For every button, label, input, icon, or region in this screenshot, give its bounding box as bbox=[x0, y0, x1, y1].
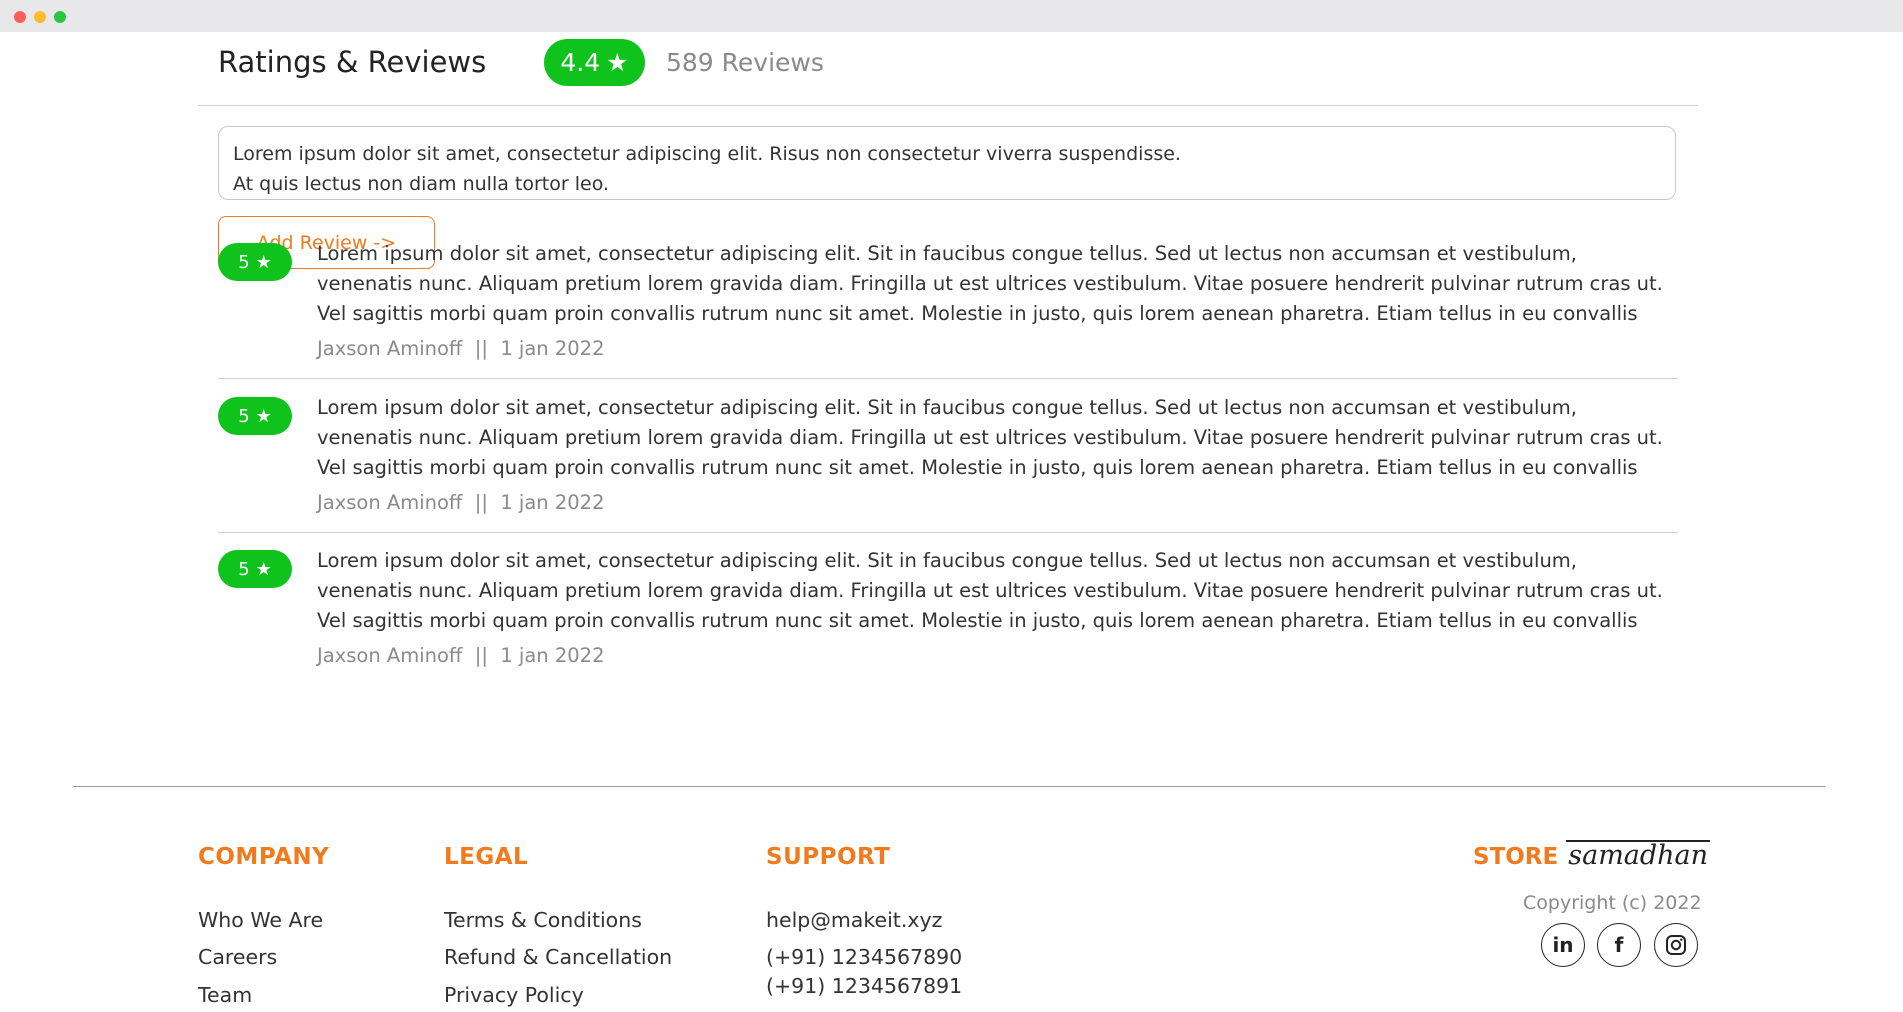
page-content: Ratings & Reviews 4.4 ★ 589 Reviews Lore… bbox=[0, 32, 1903, 1012]
review-rating-value: 5 bbox=[238, 558, 250, 580]
review-input-line: Lorem ipsum dolor sit amet, consectetur … bbox=[233, 143, 1181, 165]
copyright-text: Copyright (c) 2022 bbox=[1523, 892, 1702, 914]
star-icon: ★ bbox=[255, 405, 272, 427]
average-rating-badge: 4.4 ★ bbox=[544, 39, 645, 86]
review-divider bbox=[218, 532, 1678, 533]
review-count: 589 Reviews bbox=[666, 48, 824, 77]
review-text-line: venenatis nunc. Aliquam pretium lorem gr… bbox=[317, 426, 1663, 449]
instagram-glyph bbox=[1666, 935, 1686, 955]
footer-link-careers[interactable]: Careers bbox=[198, 945, 277, 969]
ratings-title: Ratings & Reviews bbox=[218, 45, 487, 79]
store-samadhan-logo[interactable]: STORE samadhan bbox=[1473, 840, 1711, 871]
review-text-line: venenatis nunc. Aliquam pretium lorem gr… bbox=[317, 272, 1663, 295]
star-icon: ★ bbox=[255, 251, 272, 273]
meta-separator: || bbox=[474, 337, 488, 360]
footer-legal-heading: LEGAL bbox=[444, 844, 529, 870]
support-email-link[interactable]: help@makeit.xyz bbox=[766, 908, 942, 932]
review-item: 5 ★ Lorem ipsum dolor sit amet, consecte… bbox=[218, 546, 1678, 698]
instagram-icon[interactable] bbox=[1654, 923, 1698, 967]
close-window-button[interactable] bbox=[14, 11, 26, 23]
review-text: Lorem ipsum dolor sit amet, consectetur … bbox=[317, 239, 1687, 329]
review-text: Lorem ipsum dolor sit amet, consectetur … bbox=[317, 546, 1687, 636]
review-author: Jaxson Aminoff bbox=[317, 337, 463, 360]
header-divider bbox=[198, 105, 1698, 106]
logo-samadhan-text: samadhan bbox=[1566, 840, 1711, 871]
review-rating-badge: 5 ★ bbox=[218, 550, 292, 588]
support-phone-link[interactable]: (+91) 1234567890 bbox=[766, 945, 962, 969]
footer-link-team[interactable]: Team bbox=[198, 983, 252, 1007]
review-meta: Jaxson Aminoff || 1 jan 2022 bbox=[317, 644, 604, 667]
review-date: 1 jan 2022 bbox=[500, 644, 605, 667]
review-rating-value: 5 bbox=[238, 405, 250, 427]
review-rating-value: 5 bbox=[238, 251, 250, 273]
average-rating-value: 4.4 bbox=[560, 48, 601, 77]
minimize-window-button[interactable] bbox=[34, 11, 46, 23]
review-rating-badge: 5 ★ bbox=[218, 243, 292, 281]
footer-support-heading: SUPPORT bbox=[766, 844, 891, 870]
meta-separator: || bbox=[474, 644, 488, 667]
review-divider bbox=[218, 378, 1678, 379]
footer-link-who-we-are[interactable]: Who We Are bbox=[198, 908, 323, 932]
footer-link-refund[interactable]: Refund & Cancellation bbox=[444, 945, 672, 969]
meta-separator: || bbox=[474, 491, 488, 514]
review-text-line: venenatis nunc. Aliquam pretium lorem gr… bbox=[317, 579, 1663, 602]
window-chrome bbox=[0, 0, 1903, 32]
review-author: Jaxson Aminoff bbox=[317, 644, 463, 667]
review-text-line: Lorem ipsum dolor sit amet, consectetur … bbox=[317, 242, 1577, 265]
review-text-line: Lorem ipsum dolor sit amet, consectetur … bbox=[317, 396, 1577, 419]
star-icon: ★ bbox=[255, 558, 272, 580]
footer-link-terms[interactable]: Terms & Conditions bbox=[444, 908, 642, 932]
footer-company-heading: COMPANY bbox=[198, 844, 330, 870]
review-date: 1 jan 2022 bbox=[500, 491, 605, 514]
review-meta: Jaxson Aminoff || 1 jan 2022 bbox=[317, 337, 604, 360]
review-rating-badge: 5 ★ bbox=[218, 397, 292, 435]
linkedin-icon[interactable]: in bbox=[1541, 923, 1585, 967]
review-input-line: At quis lectus non diam nulla tortor leo… bbox=[233, 173, 610, 195]
review-input[interactable]: Lorem ipsum dolor sit amet, consectetur … bbox=[218, 126, 1676, 200]
review-text-line: Vel sagittis morbi quam proin convallis … bbox=[317, 302, 1638, 325]
footer-link-privacy[interactable]: Privacy Policy bbox=[444, 983, 584, 1007]
review-text: Lorem ipsum dolor sit amet, consectetur … bbox=[317, 393, 1687, 483]
logo-store-text: STORE bbox=[1473, 844, 1559, 870]
maximize-window-button[interactable] bbox=[54, 11, 66, 23]
review-text-line: Vel sagittis morbi quam proin convallis … bbox=[317, 456, 1638, 479]
review-meta: Jaxson Aminoff || 1 jan 2022 bbox=[317, 491, 604, 514]
review-author: Jaxson Aminoff bbox=[317, 491, 463, 514]
review-date: 1 jan 2022 bbox=[500, 337, 605, 360]
support-phone-link[interactable]: (+91) 1234567891 bbox=[766, 974, 962, 998]
review-text-line: Lorem ipsum dolor sit amet, consectetur … bbox=[317, 549, 1577, 572]
facebook-icon[interactable]: f bbox=[1597, 923, 1641, 967]
review-text-line: Vel sagittis morbi quam proin convallis … bbox=[317, 609, 1638, 632]
review-item: 5 ★ Lorem ipsum dolor sit amet, consecte… bbox=[218, 239, 1678, 391]
star-icon: ★ bbox=[606, 48, 629, 77]
review-item: 5 ★ Lorem ipsum dolor sit amet, consecte… bbox=[218, 393, 1678, 545]
footer-divider bbox=[73, 786, 1825, 787]
